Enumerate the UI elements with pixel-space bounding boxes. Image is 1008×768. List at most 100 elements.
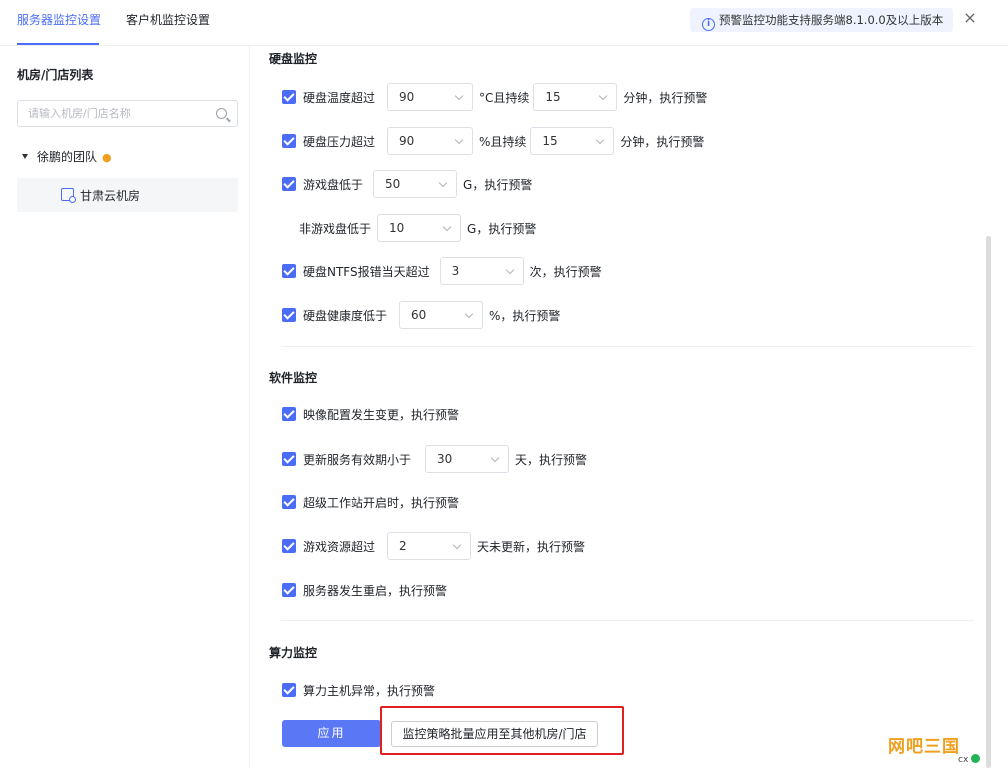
checkbox-disk-pressure[interactable] <box>282 134 296 148</box>
select-nongame-disk[interactable]: 10 <box>377 214 462 242</box>
section-title-disk: 硬盘监控 <box>269 52 318 66</box>
game-resource-tail: 天未更新，执行预警 <box>477 539 586 554</box>
server-reboot-label: 服务器发生重启，执行预警 <box>303 583 448 598</box>
apply-button[interactable]: 应用 <box>282 720 381 747</box>
select-disk-pressure[interactable]: 90 <box>387 127 474 155</box>
row-compute-host: 算力主机异常，执行预警 <box>282 676 435 704</box>
select-value: 15 <box>542 134 558 148</box>
corner-indicator: cx <box>958 754 981 765</box>
row-ntfs: 硬盘NTFS报错当天超过 3 次，执行预警 <box>282 257 602 285</box>
chevron-down-icon <box>464 309 474 319</box>
disk-health-label: 硬盘健康度低于 <box>303 308 388 323</box>
game-disk-label: 游戏盘低于 <box>303 177 364 192</box>
row-image-change: 映像配置发生变更，执行预警 <box>282 400 459 428</box>
close-icon[interactable]: × <box>962 10 978 26</box>
divider <box>281 620 974 621</box>
select-value: 30 <box>437 452 453 466</box>
info-icon: i <box>702 18 715 31</box>
select-value: 90 <box>399 90 415 104</box>
row-server-reboot: 服务器发生重启，执行预警 <box>282 576 447 604</box>
chevron-down-icon <box>452 540 462 550</box>
tree-root-label: 徐鹏的团队 <box>37 150 98 164</box>
sidebar-title: 机房/门店列表 <box>17 68 94 82</box>
search-box <box>17 100 238 127</box>
select-game-disk[interactable]: 50 <box>373 170 458 198</box>
select-game-resource[interactable]: 2 <box>387 532 472 560</box>
select-disk-temp[interactable]: 90 <box>387 83 474 111</box>
chevron-down-icon <box>454 91 464 101</box>
checkbox-compute-host[interactable] <box>282 683 296 697</box>
disk-pressure-mid: %且持续 <box>479 134 527 149</box>
chevron-down-icon <box>454 135 464 145</box>
checkbox-update-service[interactable] <box>282 452 296 466</box>
select-value: 90 <box>399 134 415 148</box>
divider <box>281 346 974 347</box>
status-dot-icon <box>971 754 981 763</box>
search-input[interactable] <box>18 101 198 126</box>
corner-text: cx <box>958 755 969 765</box>
chevron-down-icon <box>438 178 448 188</box>
checkbox-disk-temp[interactable] <box>282 90 296 104</box>
batch-apply-button[interactable]: 监控策略批量应用至其他机房/门店 <box>391 721 598 747</box>
row-game-disk: 游戏盘低于 50 G，执行预警 <box>282 170 532 198</box>
section-title-software: 软件监控 <box>269 371 318 385</box>
tab-server-monitor[interactable]: 服务器监控设置 <box>17 11 101 28</box>
checkbox-image-change[interactable] <box>282 407 296 421</box>
image-change-label: 映像配置发生变更，执行预警 <box>303 407 460 422</box>
checkbox-super-workstation[interactable] <box>282 495 296 509</box>
scrollbar[interactable] <box>986 236 991 768</box>
select-value: 50 <box>385 177 401 191</box>
room-icon <box>61 188 76 203</box>
select-value: 60 <box>411 308 427 322</box>
disk-health-tail: %，执行预警 <box>489 308 561 323</box>
tree-item-team[interactable]: 徐鹏的团队 ● <box>22 148 112 166</box>
active-tab-indicator <box>17 43 99 45</box>
update-service-label: 更新服务有效期小于 <box>303 452 412 467</box>
disk-temp-label: 硬盘温度超过 <box>303 90 376 105</box>
select-disk-pressure-duration[interactable]: 15 <box>530 127 615 155</box>
row-disk-temp: 硬盘温度超过 90 °C且持续 15 分钟，执行预警 <box>282 83 707 111</box>
checkbox-game-resource[interactable] <box>282 539 296 553</box>
tree-item-room[interactable]: 甘肃云机房 <box>17 178 238 212</box>
search-icon[interactable] <box>216 108 227 119</box>
checkbox-server-reboot[interactable] <box>282 583 296 597</box>
ntfs-label: 硬盘NTFS报错当天超过 <box>303 264 430 279</box>
tab-client-monitor[interactable]: 客户机监控设置 <box>126 11 210 28</box>
sidebar: 机房/门店列表 徐鹏的团队 ● 甘肃云机房 <box>0 46 250 768</box>
checkbox-disk-health[interactable] <box>282 308 296 322</box>
row-disk-health: 硬盘健康度低于 60 %，执行预警 <box>282 301 560 329</box>
select-value: 3 <box>451 264 460 278</box>
top-bar: 服务器监控设置 客户机监控设置 i 预警监控功能支持服务端8.1.0.0及以上版本… <box>0 0 1008 46</box>
row-disk-pressure: 硬盘压力超过 90 %且持续 15 分钟，执行预警 <box>282 127 704 155</box>
select-value: 15 <box>545 90 561 104</box>
notice-text: 预警监控功能支持服务端8.1.0.0及以上版本 <box>719 13 944 27</box>
game-disk-tail: G，执行预警 <box>463 177 533 192</box>
select-ntfs[interactable]: 3 <box>439 257 524 285</box>
nongame-disk-label: 非游戏盘低于 <box>299 221 372 236</box>
row-nongame-disk: 非游戏盘低于 10 G，执行预警 <box>299 214 536 242</box>
section-title-compute: 算力监控 <box>269 646 318 660</box>
select-value: 2 <box>399 539 407 553</box>
nongame-disk-tail: G，执行预警 <box>467 221 537 236</box>
disk-pressure-label: 硬盘压力超过 <box>303 134 376 149</box>
checkbox-game-disk[interactable] <box>282 177 296 191</box>
row-super-workstation: 超级工作站开启时，执行预警 <box>282 488 459 516</box>
update-service-tail: 天，执行预警 <box>515 452 588 467</box>
super-workstation-label: 超级工作站开启时，执行预警 <box>303 495 460 510</box>
select-update-service[interactable]: 30 <box>425 445 510 473</box>
select-disk-temp-duration[interactable]: 15 <box>533 83 618 111</box>
caret-down-icon[interactable] <box>22 154 28 159</box>
row-game-resource: 游戏资源超过 2 天未更新，执行预警 <box>282 532 585 560</box>
chevron-down-icon <box>490 453 500 463</box>
chevron-down-icon <box>596 135 605 145</box>
checkbox-ntfs[interactable] <box>282 264 296 278</box>
disk-temp-mid: °C且持续 <box>479 90 530 105</box>
compute-host-label: 算力主机异常，执行预警 <box>303 683 436 698</box>
chevron-down-icon <box>505 265 514 275</box>
tree-child-label: 甘肃云机房 <box>80 189 141 203</box>
disk-temp-tail: 分钟，执行预警 <box>623 90 708 105</box>
version-notice: i 预警监控功能支持服务端8.1.0.0及以上版本 <box>690 8 953 32</box>
chevron-down-icon <box>599 91 608 101</box>
select-disk-health[interactable]: 60 <box>399 301 484 329</box>
watermark: 网吧三国 <box>888 737 960 757</box>
